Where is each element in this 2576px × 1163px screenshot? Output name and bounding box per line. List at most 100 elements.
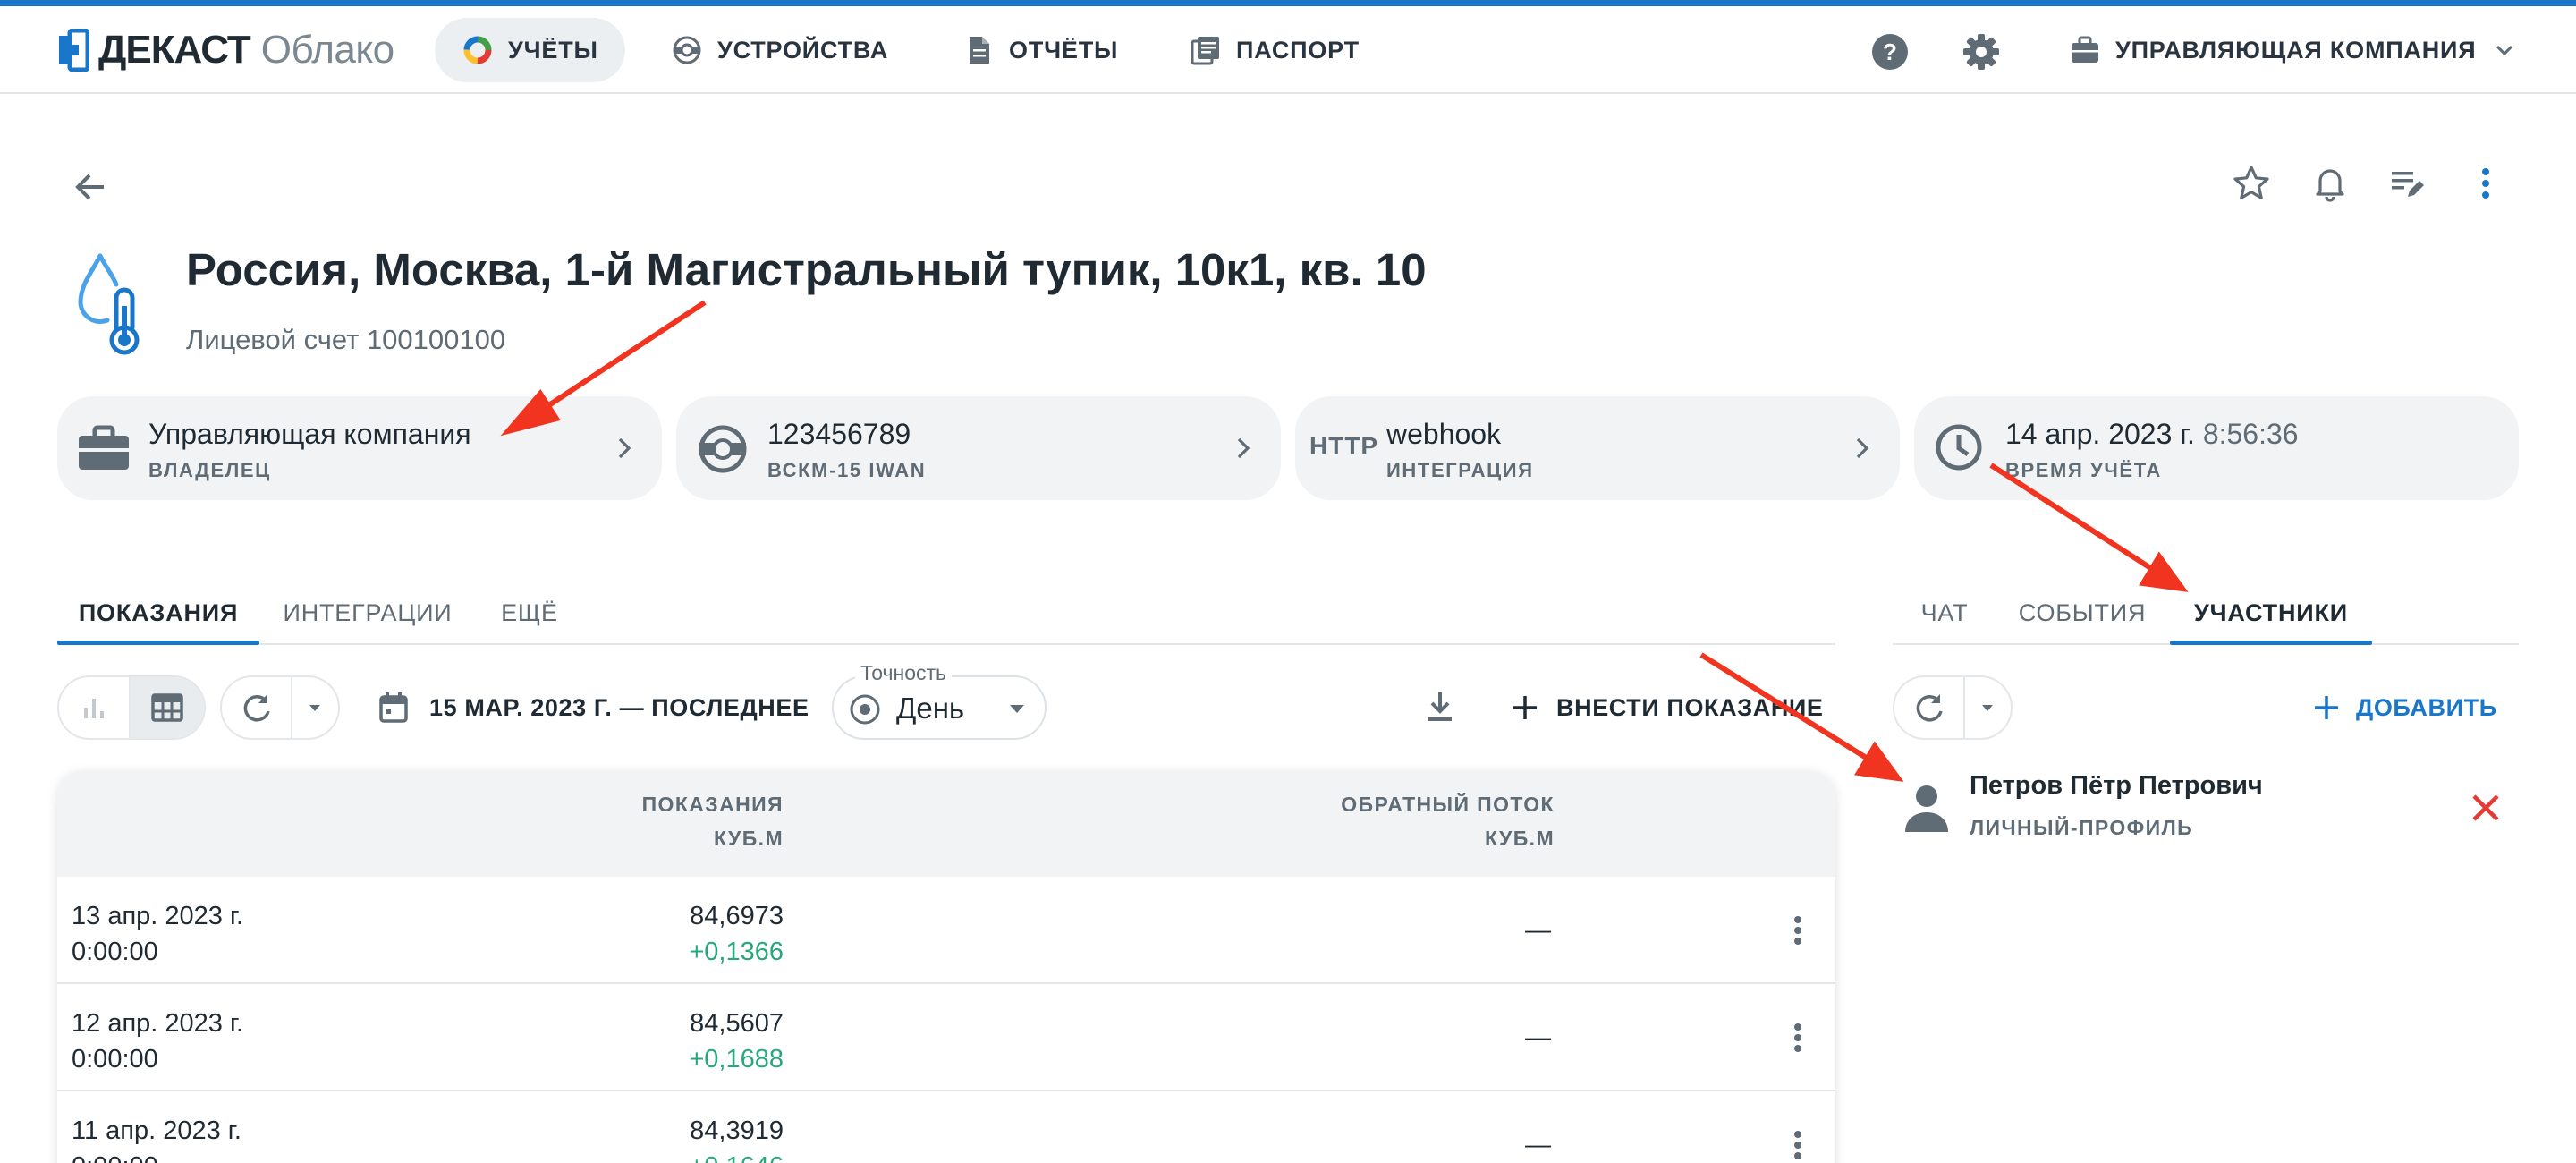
remove-participant-icon[interactable] [2469,791,2503,825]
add-reading-button[interactable]: ВНЕСТИ ПОКАЗАНИЕ [1510,687,1824,728]
table-row[interactable]: 13 апр. 2023 г. 0:00:00 84,6973 +0,1366 … [57,877,1835,984]
table-view-button[interactable] [131,677,204,738]
logo-mark-icon [59,29,89,72]
logo-text: ДЕКАСТ [98,28,251,72]
meter-icon [699,425,747,473]
nav-item-passport[interactable]: ПАСПОРТ [1163,18,1386,82]
row-reading: 84,6973 +0,1366 [689,898,784,970]
bell-icon[interactable] [2309,163,2351,204]
clock-icon [1936,424,1982,471]
row-reading: 84,5607 +0,1688 [689,1006,784,1077]
refresh-icon [1917,694,1944,722]
column-unit: КУБ.М [1485,827,1555,850]
tab-more[interactable]: ЕЩЁ [483,582,576,644]
nav-item-devices[interactable]: УСТРОЙСТВА [644,18,915,82]
nav-item-reports[interactable]: ОТЧЁТЫ [936,18,1145,82]
backflow-value: — [1525,1131,1551,1159]
participants-refresh-button[interactable] [1894,677,1963,738]
nav-item-label: УЧЁТЫ [508,36,598,64]
radio-target-icon [850,694,880,725]
accounting-icon [463,36,492,64]
integration-chip[interactable]: HTTP webhook ИНТЕГРАЦИЯ [1295,396,1900,500]
row-time: 0:00:00 [72,1045,158,1074]
back-arrow-icon[interactable] [68,165,113,209]
bar-chart-icon [84,699,105,718]
refresh-group [220,675,340,740]
company-selector[interactable]: УПРАВЛЯЮЩАЯ КОМПАНИЯ [2062,18,2526,82]
star-icon[interactable] [2231,163,2272,204]
add-participant-button[interactable]: ДОБАВИТЬ [2311,687,2497,728]
reading-delta: +0,1366 [689,938,784,966]
app-logo[interactable]: ДЕКАСТ Облако [57,28,394,72]
refresh-options-button[interactable] [292,677,338,738]
more-vertical-icon[interactable] [2465,163,2506,204]
accounting-clock: 8:56:36 [2202,418,2299,450]
participant-role: ЛИЧНЫЙ-ПРОФИЛЬ [1970,816,2194,839]
accounting-time-chip[interactable]: 14 апр. 2023 г. 8:56:36 ВРЕМЯ УЧЁТА [1914,396,2519,500]
top-accent-line [0,0,2576,6]
nav-item-label: УСТРОЙСТВА [717,36,889,64]
row-more-icon[interactable] [1778,911,1818,950]
backflow-value: — [1525,916,1551,945]
participants-refresh-group [1893,675,2012,740]
logo-subtext: Облако [260,28,394,72]
precision-value: День [896,692,965,725]
row-time: 0:00:00 [72,1149,242,1163]
calendar-icon [379,692,408,723]
water-temperature-icon [78,253,140,355]
column-unit: КУБ.М [714,827,784,850]
chart-view-button[interactable] [59,677,129,738]
tab-chat[interactable]: ЧАТ [1893,582,1996,644]
company-label: УПРАВЛЯЮЩАЯ КОМПАНИЯ [2115,36,2477,64]
row-more-icon[interactable] [1778,1018,1818,1057]
edit-notes-icon[interactable] [2386,163,2428,204]
participant-item[interactable]: Петров Пётр Петрович ЛИЧНЫЙ-ПРОФИЛЬ [1893,766,2519,855]
reading-value: 84,3919 [690,1116,784,1145]
http-icon: HTTP [1309,432,1379,460]
reading-delta: +0,1646 [689,1149,784,1163]
caret-down-icon [1010,705,1024,713]
table-row[interactable]: 11 апр. 2023 г. 0:00:00 84,3919 +0,1646 … [57,1091,1835,1163]
person-icon [1905,785,1948,832]
accounting-time: 14 апр. 2023 г. 8:56:36 [2005,418,2299,451]
integration-caption: ИНТЕГРАЦИЯ [1386,459,1534,481]
date-range-label: 15 МАР. 2023 Г. — ПОСЛЕДНЕЕ [429,693,809,721]
tab-participants[interactable]: УЧАСТНИКИ [2170,582,2372,645]
caret-down-icon [1982,705,1994,711]
device-icon [673,36,701,64]
backflow-value: — [1525,1023,1551,1052]
refresh-button[interactable] [222,677,291,738]
precision-legend: Точность [855,661,953,685]
row-datetime: 13 апр. 2023 г. 0:00:00 [72,898,243,970]
column-title: ПОКАЗАНИЯ [641,793,784,816]
view-mode-toggle [57,675,206,740]
plus-icon [1513,696,1537,719]
participant-name: Петров Пётр Петрович [1970,771,2263,800]
table-row[interactable]: 12 апр. 2023 г. 0:00:00 84,5607 +0,1688 … [57,984,1835,1091]
column-title: ОБРАТНЫЙ ПОТОК [1341,793,1555,816]
row-more-icon[interactable] [1778,1125,1818,1163]
chevron-right-icon [618,437,631,459]
tab-integrations[interactable]: ИНТЕГРАЦИИ [268,582,467,644]
briefcase-icon [2072,36,2098,63]
column-header-backflow: ОБРАТНЫЙ ПОТОК КУБ.М [1341,787,1555,855]
download-icon[interactable] [1420,687,1460,726]
row-date: 13 апр. 2023 г. [72,902,244,930]
device-chip[interactable]: 123456789 ВСКМ-15 IWAN [676,396,1281,500]
nav-item-accounting[interactable]: УЧЁТЫ [435,18,625,82]
svg-text:?: ? [1883,38,1897,65]
briefcase-icon [79,425,129,470]
precision-select[interactable]: Точность День [832,661,1046,740]
chevron-down-icon [2496,45,2513,56]
device-model: ВСКМ-15 IWAN [767,459,927,481]
date-range-selector[interactable]: 15 МАР. 2023 Г. — ПОСЛЕДНЕЕ [376,687,809,728]
help-icon[interactable]: ? [1871,33,1909,71]
row-time: 0:00:00 [72,938,158,966]
row-date: 11 апр. 2023 г. [72,1116,242,1145]
participants-refresh-options-button[interactable] [1965,677,2011,738]
tab-events[interactable]: СОБЫТИЯ [2007,582,2157,644]
settings-gear-icon[interactable] [1962,33,2000,71]
tab-readings[interactable]: ПОКАЗАНИЯ [57,582,259,645]
chevron-right-icon [1856,437,1869,459]
owner-chip[interactable]: Управляющая компания ВЛАДЕЛЕЦ [57,396,662,500]
